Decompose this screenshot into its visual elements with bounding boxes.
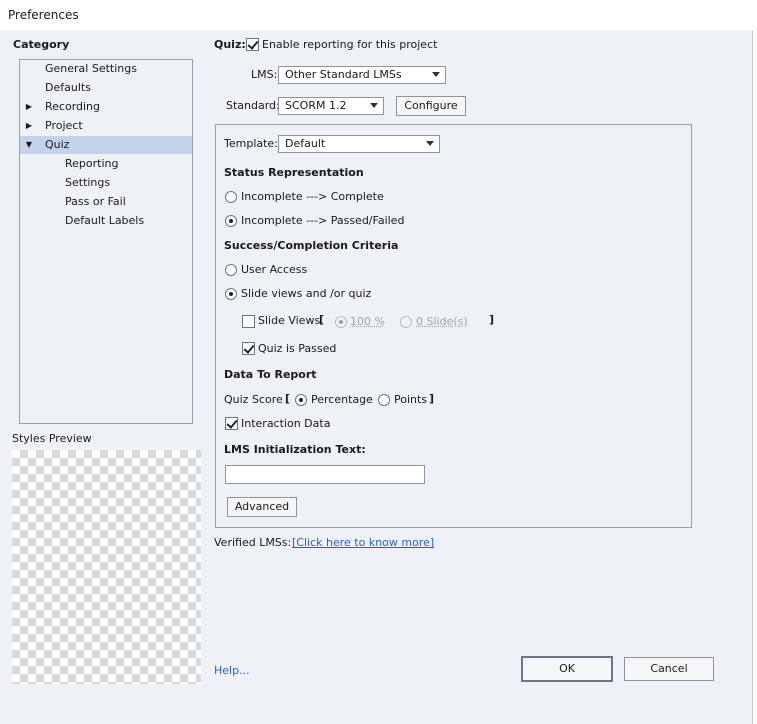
title-bar: Preferences: [0, 0, 757, 30]
category-label: Category: [13, 38, 70, 51]
window-title: Preferences: [8, 8, 79, 22]
tree-item-general-settings[interactable]: General Settings: [45, 60, 137, 78]
percentage-label[interactable]: Percentage: [311, 393, 373, 406]
slide-views-close-bracket: ]: [489, 313, 495, 326]
tree-item-reporting[interactable]: Reporting: [65, 155, 118, 173]
collapse-arrow-icon[interactable]: ▼: [24, 136, 34, 154]
chevron-down-icon: [426, 141, 434, 146]
status-representation-heading: Status Representation: [224, 166, 364, 179]
cancel-button[interactable]: Cancel: [624, 657, 714, 681]
advanced-button[interactable]: Advanced: [227, 497, 297, 517]
lms-init-text-input[interactable]: [225, 465, 425, 484]
template-dropdown[interactable]: Default: [278, 135, 440, 153]
template-value: Default: [285, 137, 326, 150]
lms-value: Other Standard LMSs: [285, 68, 402, 81]
tree-item-defaults[interactable]: Defaults: [45, 79, 91, 97]
incomplete-complete-label[interactable]: Incomplete ---> Complete: [241, 190, 384, 203]
quiz-label: Quiz:: [214, 38, 246, 51]
tree-item-label: Reporting: [65, 157, 119, 170]
quiz-is-passed-label[interactable]: Quiz is Passed: [258, 342, 336, 355]
tree-item-label: Default Labels: [65, 214, 145, 227]
tree-item-label: Pass or Fail: [65, 195, 126, 208]
standard-value: SCORM 1.2: [285, 99, 347, 112]
enable-reporting-checkbox[interactable]: [246, 38, 259, 51]
tree-item-settings[interactable]: Settings: [65, 174, 110, 192]
quiz-is-passed-checkbox[interactable]: [242, 342, 255, 355]
incomplete-passed-failed-label[interactable]: Incomplete ---> Passed/Failed: [241, 214, 404, 227]
slide-views-checkbox[interactable]: [242, 315, 255, 328]
points-label[interactable]: Points: [394, 393, 427, 406]
tree-item-label: Defaults: [45, 81, 91, 94]
incomplete-passed-failed-radio[interactable]: [225, 215, 237, 227]
standard-label: Standard:: [226, 99, 280, 112]
ok-button[interactable]: OK: [521, 656, 613, 682]
data-to-report-heading: Data To Report: [224, 368, 317, 381]
slide-views-or-quiz-label[interactable]: Slide views and /or quiz: [241, 287, 371, 300]
styles-preview: [12, 450, 201, 684]
chevron-down-icon: [370, 103, 378, 108]
verified-lms-label: Verified LMSs:: [214, 536, 292, 549]
expand-arrow-icon[interactable]: ▶: [24, 117, 34, 135]
success-criteria-heading: Success/Completion Criteria: [224, 239, 399, 252]
tree-item-pass-or-fail[interactable]: Pass or Fail: [65, 193, 126, 211]
tree-item-label: Recording: [45, 100, 101, 113]
tree-item-label: Quiz: [45, 138, 70, 151]
slide-views-label[interactable]: Slide Views: [258, 314, 320, 327]
slide-views-percent-field[interactable]: 100 %: [350, 315, 385, 328]
lms-dropdown[interactable]: Other Standard LMSs: [278, 66, 446, 84]
slide-views-percent-radio[interactable]: [335, 316, 347, 328]
configure-button[interactable]: Configure: [396, 96, 466, 116]
tree-item-label: Settings: [65, 176, 111, 189]
tree-item-default-labels[interactable]: Default Labels: [65, 212, 144, 230]
lms-label: LMS:: [251, 68, 278, 81]
incomplete-complete-radio[interactable]: [225, 191, 237, 203]
slide-views-or-quiz-radio[interactable]: [225, 288, 237, 300]
quiz-score-open-bracket: [: [285, 392, 291, 405]
lms-init-text-heading: LMS Initialization Text:: [224, 443, 366, 456]
verified-lms-link[interactable]: [Click here to know more]: [292, 536, 434, 549]
percentage-radio[interactable]: [295, 394, 307, 406]
tree-item-quiz[interactable]: ▼ Quiz: [20, 136, 192, 154]
styles-preview-label: Styles Preview: [12, 432, 92, 445]
category-tree[interactable]: General Settings Defaults ▶ Recording ▶ …: [19, 59, 193, 424]
user-access-label[interactable]: User Access: [241, 263, 307, 276]
interaction-data-checkbox[interactable]: [225, 417, 238, 430]
interaction-data-label[interactable]: Interaction Data: [241, 417, 330, 430]
template-label: Template:: [224, 137, 278, 150]
quiz-score-close-bracket: ]: [429, 392, 435, 405]
standard-dropdown[interactable]: SCORM 1.2: [278, 97, 384, 115]
slide-views-open-bracket: [: [319, 313, 325, 326]
expand-arrow-icon[interactable]: ▶: [24, 98, 34, 116]
points-radio[interactable]: [378, 394, 390, 406]
chevron-down-icon: [432, 72, 440, 77]
slide-views-count-radio[interactable]: [400, 316, 412, 328]
window-edge: [752, 30, 757, 724]
quiz-score-label: Quiz Score: [224, 393, 283, 406]
tree-item-label: Project: [45, 119, 83, 132]
help-link[interactable]: Help...: [214, 664, 250, 677]
tree-item-label: General Settings: [45, 62, 137, 75]
slide-views-count-field[interactable]: 0 Slide(s): [416, 315, 468, 328]
enable-reporting-label[interactable]: Enable reporting for this project: [262, 38, 437, 51]
user-access-radio[interactable]: [225, 264, 237, 276]
